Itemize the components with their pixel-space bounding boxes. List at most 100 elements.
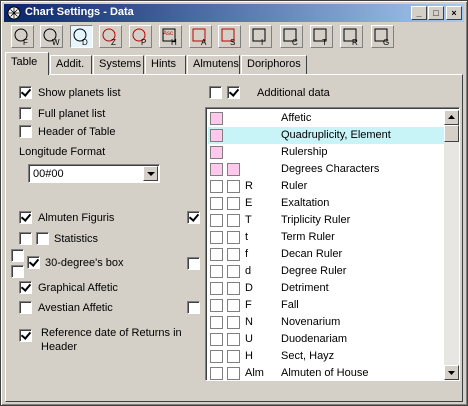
almuten-figuris-checkbox[interactable] (19, 211, 32, 224)
list-item[interactable]: t Term Ruler (208, 229, 444, 246)
tab-systems[interactable]: Systems (93, 55, 144, 74)
list-item-checkbox-2[interactable] (227, 231, 240, 244)
list-item-checkbox-2[interactable] (227, 180, 240, 193)
toolbar-button-letter: I (261, 38, 263, 46)
list-item-checkbox-1[interactable] (210, 265, 223, 278)
list-item[interactable]: f Decan Ruler (208, 246, 444, 263)
reference-date-label-line1: Reference date of Returns in (41, 327, 182, 339)
list-item-checkbox-2[interactable] (227, 350, 240, 363)
list-item-checkbox-2[interactable] (227, 265, 240, 278)
toolbar-button-a[interactable]: A (189, 25, 212, 48)
list-item-checkbox-2[interactable] (227, 299, 240, 312)
list-item-code: T (245, 214, 252, 226)
list-item[interactable]: E Exaltation (208, 195, 444, 212)
title-bar[interactable]: Chart Settings - Data _ □ × (4, 4, 464, 22)
additional-data-checkbox-b[interactable] (227, 86, 240, 99)
reference-date-checkbox[interactable] (19, 329, 32, 342)
tab-table[interactable]: Table (5, 52, 49, 75)
list-item-checkbox-1[interactable] (210, 112, 223, 125)
list-item[interactable]: F Fall (208, 297, 444, 314)
avestian-affetic-checkbox[interactable] (19, 301, 32, 314)
list-item-checkbox-1[interactable] (210, 163, 223, 176)
list-item-checkbox-2[interactable] (227, 197, 240, 210)
statistics-checkbox-b[interactable] (36, 232, 49, 245)
almuten-figuris-extra-checkbox[interactable] (187, 211, 200, 224)
list-item[interactable]: H Sect, Hayz (208, 348, 444, 365)
list-item-checkbox-2[interactable] (227, 367, 240, 380)
list-item[interactable]: Rulership (208, 144, 444, 161)
toolbar-button-r[interactable]: R (340, 25, 363, 48)
toolbar-button-w[interactable]: W (40, 25, 63, 48)
longitude-format-combo[interactable]: 00#00 (28, 164, 160, 183)
list-item-checkbox-1[interactable] (210, 231, 223, 244)
minimize-button[interactable]: _ (411, 6, 427, 20)
list-item-checkbox-2[interactable] (227, 333, 240, 346)
toolbar-button-p[interactable]: P (129, 25, 152, 48)
thirty-degree-box-checkbox-a[interactable] (11, 249, 24, 262)
list-item[interactable]: Degrees Characters (208, 161, 444, 178)
toolbar-button-c[interactable]: C (280, 25, 303, 48)
additional-data-checkbox-a[interactable] (209, 86, 222, 99)
show-planets-list-checkbox[interactable] (19, 86, 32, 99)
toolbar-button-d[interactable]: D (70, 25, 93, 48)
toolbar-button-z[interactable]: Z (99, 25, 122, 48)
avestian-affetic-extra-checkbox[interactable] (187, 301, 200, 314)
list-item-checkbox-2[interactable] (227, 163, 240, 176)
tab-almutens[interactable]: Almutens (187, 55, 240, 74)
toolbar-button-t[interactable]: T (310, 25, 333, 48)
data-columns-list[interactable]: Affetic Quadruplicity, Element Rulership De… (205, 107, 460, 381)
list-item-checkbox-1[interactable] (210, 129, 223, 142)
maximize-button[interactable]: □ (428, 6, 444, 20)
list-item-checkbox-1[interactable] (210, 197, 223, 210)
list-item-checkbox-2[interactable] (227, 316, 240, 329)
list-item-label: Novenarium (281, 316, 341, 328)
list-item[interactable]: Alm Almuten of House (208, 365, 444, 380)
list-item-checkbox-1[interactable] (210, 214, 223, 227)
list-item[interactable]: R Ruler (208, 178, 444, 195)
graphical-affetic-checkbox[interactable] (19, 281, 32, 294)
list-item-checkbox-1[interactable] (210, 350, 223, 363)
close-button[interactable]: × (446, 6, 462, 20)
tab-addit[interactable]: Addit. (50, 55, 92, 74)
list-scrollbar[interactable] (444, 110, 459, 380)
full-planet-list-checkbox[interactable] (19, 107, 32, 120)
list-item-checkbox-1[interactable] (210, 146, 223, 159)
toolbar-button-g[interactable]: G (371, 25, 394, 48)
list-item[interactable]: d Degree Ruler (208, 263, 444, 280)
list-item[interactable]: N Novenarium (208, 314, 444, 331)
list-item-checkbox-1[interactable] (210, 248, 223, 261)
scroll-thumb[interactable] (444, 125, 459, 142)
list-item-label: Degree Ruler (281, 265, 347, 277)
list-item-checkbox-1[interactable] (210, 367, 223, 380)
list-item[interactable]: Affetic (208, 110, 444, 127)
thirty-degree-box-extra-checkbox[interactable] (187, 257, 200, 270)
toolbar-button-letter: D (82, 38, 88, 46)
list-item-checkbox-2[interactable] (227, 248, 240, 261)
list-item-checkbox-2[interactable] (227, 214, 240, 227)
list-item[interactable]: Quadruplicity, Element (208, 127, 444, 144)
list-item[interactable]: U Duodenariam (208, 331, 444, 348)
chevron-down-icon[interactable] (143, 166, 158, 181)
toolbar-button-h[interactable]: Asc H (159, 25, 182, 48)
tab-hints[interactable]: Hints (145, 55, 186, 74)
list-item-label: Rulership (281, 146, 328, 158)
statistics-checkbox-a[interactable] (19, 232, 32, 245)
list-item[interactable]: T Triplicity Ruler (208, 212, 444, 229)
scroll-down-button[interactable] (444, 365, 459, 380)
toolbar-button-s[interactable]: S (218, 25, 241, 48)
header-of-table-checkbox[interactable] (19, 125, 32, 138)
list-item-checkbox-1[interactable] (210, 299, 223, 312)
thirty-degree-box-checkbox-c[interactable] (11, 265, 24, 278)
toolbar-button-f[interactable]: F (11, 25, 34, 48)
scroll-up-button[interactable] (444, 110, 459, 125)
list-item[interactable]: D Detriment (208, 280, 444, 297)
toolbar-button-i[interactable]: I (249, 25, 272, 48)
toolbar-button-letter: C (292, 38, 298, 46)
list-item-checkbox-2[interactable] (227, 282, 240, 295)
thirty-degree-box-checkbox-b[interactable] (27, 256, 40, 269)
list-item-checkbox-1[interactable] (210, 180, 223, 193)
list-item-checkbox-1[interactable] (210, 333, 223, 346)
tab-doriphoros[interactable]: Doriphoros (241, 55, 307, 74)
list-item-checkbox-1[interactable] (210, 282, 223, 295)
list-item-checkbox-1[interactable] (210, 316, 223, 329)
